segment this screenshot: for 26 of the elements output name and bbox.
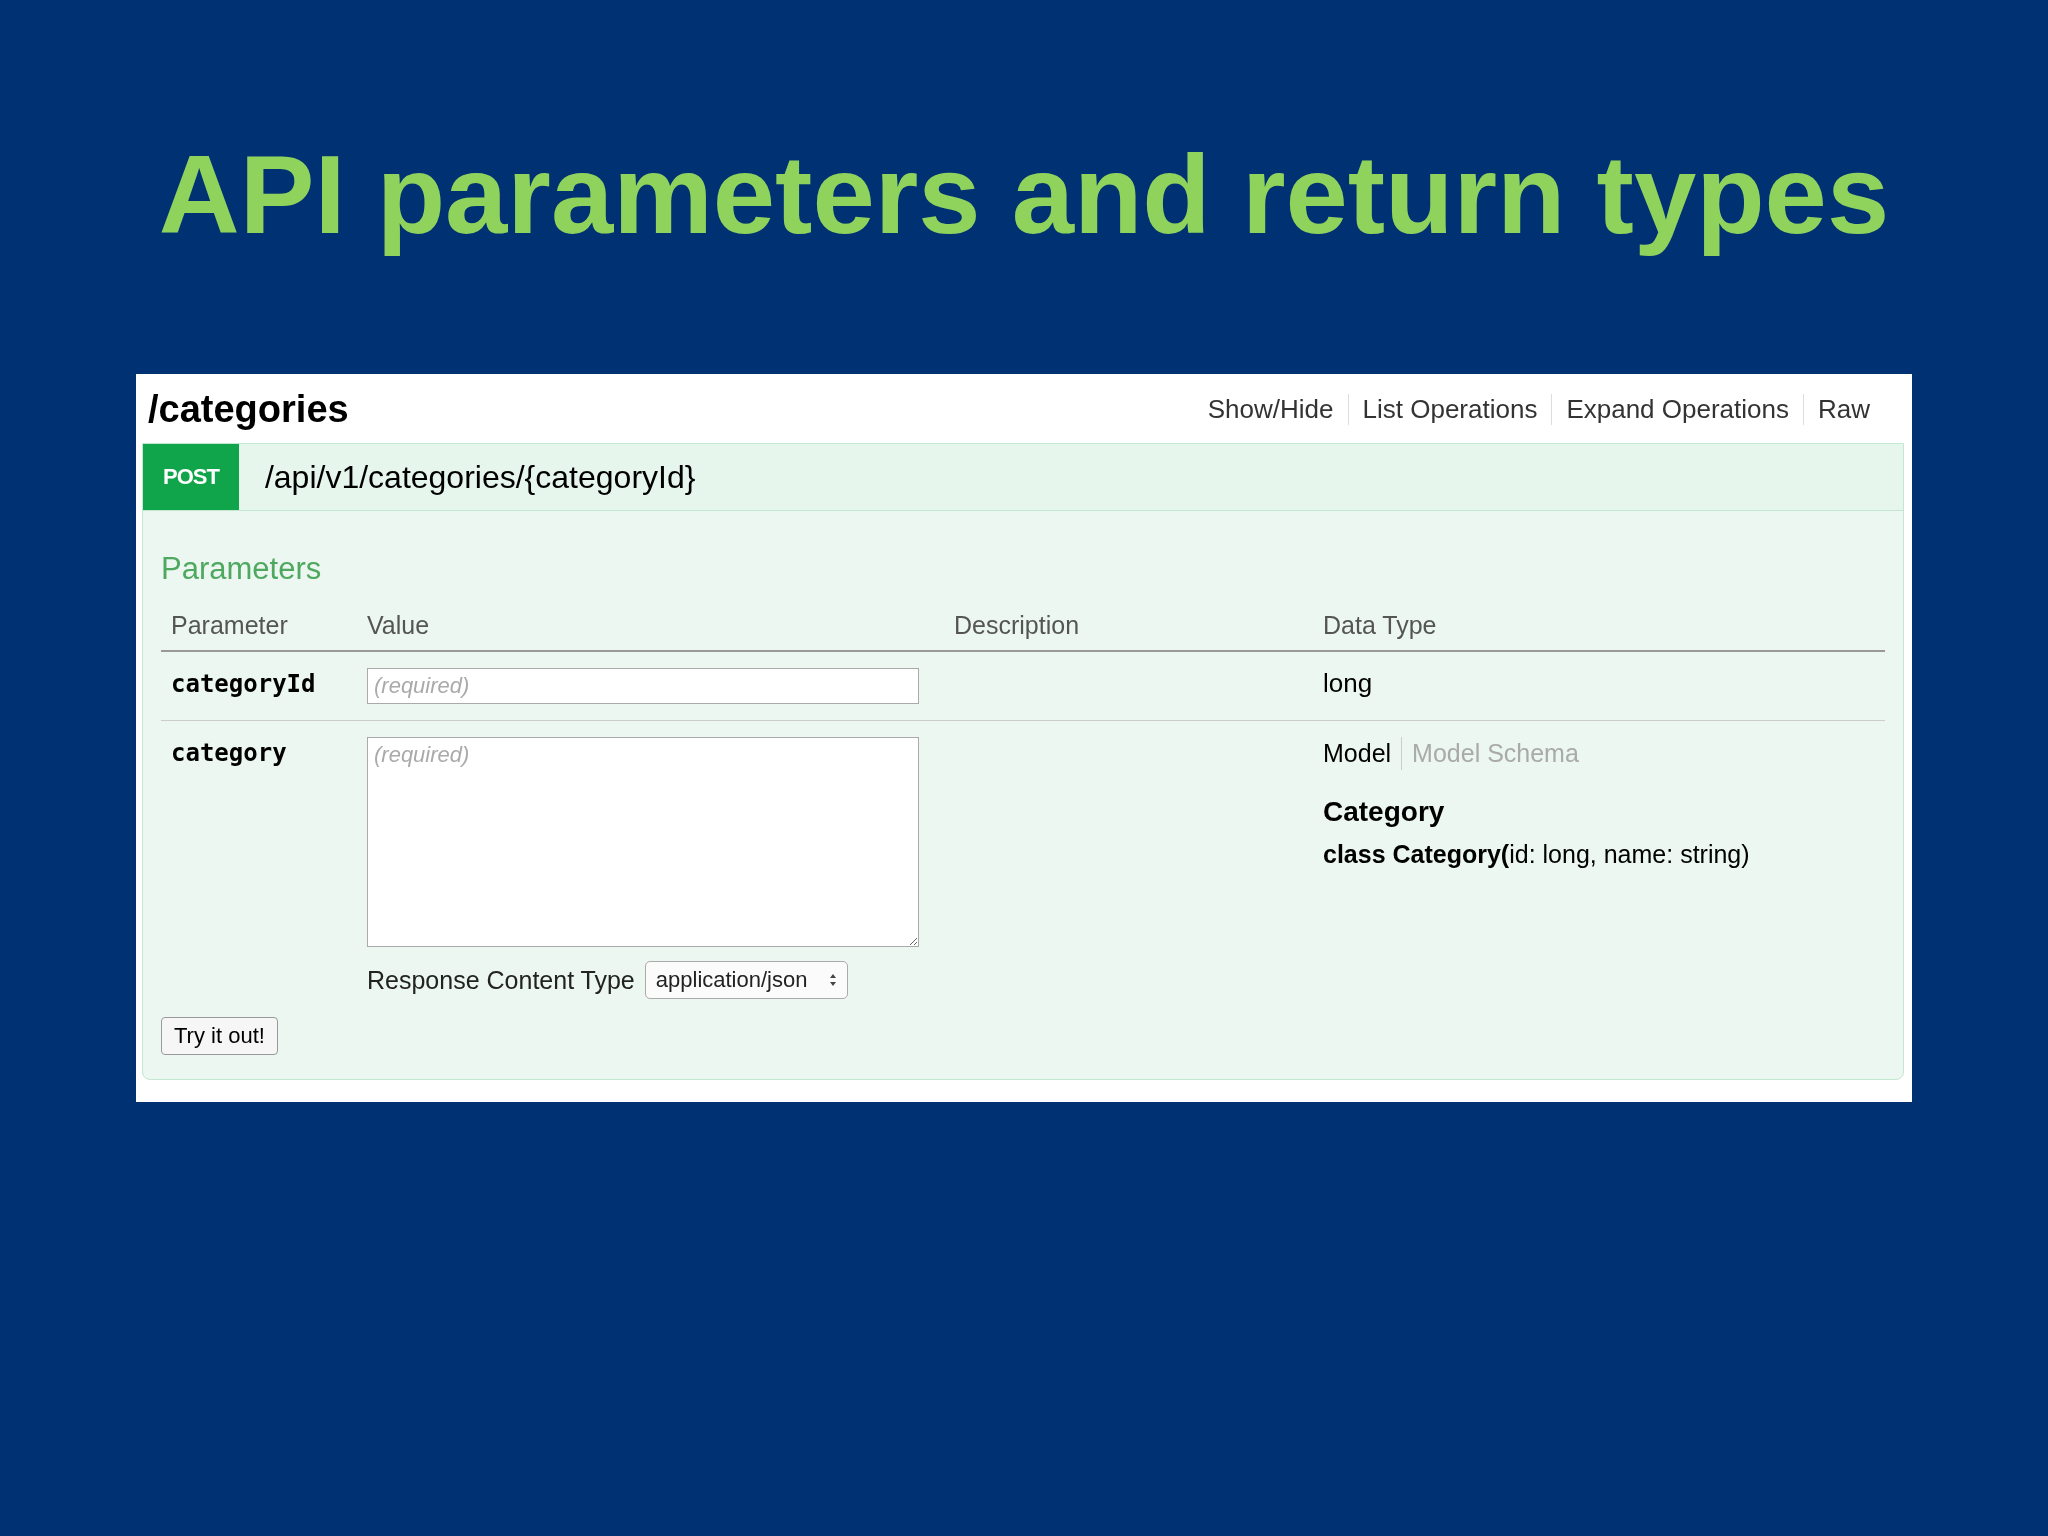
model-tab[interactable]: Model (1323, 737, 1402, 770)
resource-link[interactable]: Expand Operations (1551, 394, 1803, 425)
try-it-out-button[interactable]: Try it out! (161, 1017, 278, 1055)
parameter-name: category (171, 739, 287, 767)
data-type: long (1323, 668, 1373, 698)
column-header: Description (944, 605, 1313, 652)
operation-header[interactable]: POST /api/v1/categories/{categoryId} (143, 444, 1903, 511)
resource-name[interactable]: /categories (148, 388, 349, 431)
value-text-area[interactable]: (required) (367, 737, 919, 947)
parameter-name: categoryId (171, 670, 316, 698)
content-type-select[interactable]: application/json (644, 961, 849, 999)
column-header: Parameter (161, 605, 357, 652)
slide-title: API parameters and return types (158, 131, 1890, 259)
section-heading: Parameters (161, 551, 322, 587)
model-name: Category (1323, 796, 1446, 828)
resource-link[interactable]: List Operations (1347, 394, 1552, 425)
resource-link[interactable]: Show/Hide (1193, 394, 1348, 425)
operation-path[interactable]: /api/v1/categories/{categoryId} (264, 458, 696, 496)
column-header: Value (357, 605, 944, 652)
content-type-label: Response Content Type (367, 965, 635, 995)
model-signature: class Category(id: long, name: string) (1323, 840, 1751, 869)
column-header: Data Type (1313, 605, 1885, 652)
value-input-field[interactable]: (required) (367, 668, 919, 704)
resource-link[interactable]: Raw (1803, 394, 1884, 425)
method-badge: POST (143, 444, 239, 510)
updown-icon (829, 973, 838, 987)
